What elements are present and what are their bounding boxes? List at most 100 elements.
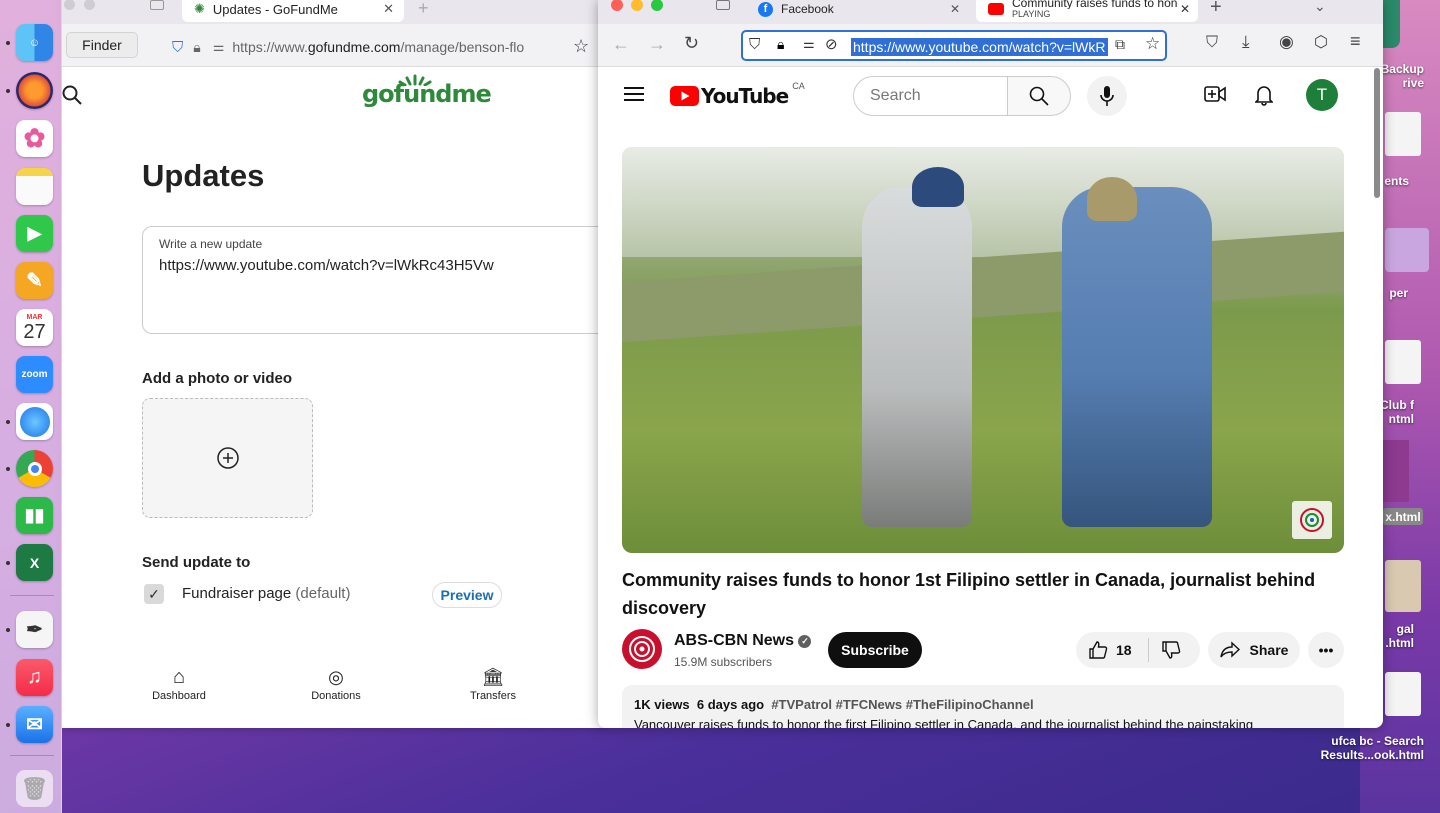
- nav-transfers[interactable]: 🏛︎ Transfers: [443, 664, 543, 702]
- desktop-image-icon[interactable]: [1385, 228, 1429, 272]
- lock-icon[interactable]: 🔒︎: [777, 36, 784, 53]
- finder-icon[interactable]: ☺: [16, 24, 53, 61]
- dislike-button[interactable]: [1161, 640, 1181, 660]
- nav-donations[interactable]: ◎ Donations: [286, 664, 386, 702]
- desktop-file-icon[interactable]: [1385, 112, 1421, 156]
- minimize-window-button[interactable]: [631, 0, 643, 11]
- voice-search-button[interactable]: [1087, 76, 1127, 116]
- update-textarea[interactable]: Write a new update https://www.youtube.c…: [142, 226, 606, 334]
- music-icon[interactable]: ♫: [16, 659, 53, 696]
- running-indicator: [6, 41, 10, 45]
- mail-icon[interactable]: ✉: [16, 706, 53, 743]
- update-field-value[interactable]: https://www.youtube.com/watch?v=lWkRc43H…: [159, 257, 494, 274]
- create-video-icon[interactable]: [1204, 84, 1226, 104]
- close-window-button[interactable]: [64, 0, 75, 10]
- add-photo-dropzone[interactable]: [142, 398, 313, 518]
- reload-icon[interactable]: ↻: [684, 33, 699, 54]
- tab-facebook[interactable]: f Facebook ✕: [746, 0, 968, 22]
- subscribe-button[interactable]: Subscribe: [828, 632, 922, 668]
- sidebar-toggle-icon[interactable]: [150, 0, 164, 10]
- new-tab-button[interactable]: +: [1210, 0, 1222, 19]
- account-icon[interactable]: ◉: [1279, 32, 1294, 52]
- page-title: Updates: [142, 158, 265, 193]
- firefox-icon[interactable]: [16, 72, 53, 109]
- photos-icon[interactable]: ✿: [16, 120, 53, 157]
- facetime-icon[interactable]: ▶: [16, 215, 53, 252]
- numbers-icon[interactable]: ▮▮: [16, 497, 53, 534]
- channel-name[interactable]: ABS-CBN News ✓: [674, 632, 812, 650]
- permissions-icon[interactable]: ⚌: [213, 39, 225, 55]
- pages-icon[interactable]: ✎: [16, 262, 53, 299]
- hashtag-link[interactable]: #TFCNews: [836, 697, 902, 712]
- minimize-window-button[interactable]: [84, 0, 95, 10]
- user-avatar[interactable]: T: [1306, 79, 1338, 111]
- desktop-label-club[interactable]: Club f ntml: [1378, 398, 1414, 426]
- shield-icon[interactable]: ⛉: [172, 39, 183, 56]
- pocket-icon[interactable]: ⛉: [1206, 34, 1218, 52]
- like-button[interactable]: 18: [1088, 640, 1132, 660]
- url-text-selected[interactable]: https://www.youtube.com/watch?v=lWkR: [851, 38, 1108, 56]
- desktop-label-paper[interactable]: per: [1380, 286, 1408, 300]
- tab-gofundme-updates[interactable]: ✺ Updates - GoFundMe ✕: [182, 0, 404, 22]
- nav-label: Dashboard: [152, 690, 206, 702]
- preview-button[interactable]: Preview: [432, 582, 502, 608]
- permissions-icon[interactable]: ⚌: [803, 36, 815, 52]
- desktop-selected-file-icon[interactable]: [1383, 440, 1409, 502]
- video-player[interactable]: [622, 147, 1344, 553]
- script-editor-icon[interactable]: ✒: [16, 611, 53, 648]
- hamburger-menu-icon[interactable]: [624, 86, 644, 102]
- desktop-label-selected-html[interactable]: x.html: [1383, 508, 1423, 525]
- tab-list-chevron-icon[interactable]: ⌄: [1314, 0, 1326, 15]
- sidebar-toggle-icon[interactable]: [716, 0, 730, 10]
- desktop-file-icon[interactable]: [1385, 560, 1421, 612]
- notes-icon[interactable]: [16, 168, 53, 205]
- youtube-logo[interactable]: YouTube CA: [670, 81, 805, 108]
- gofundme-logo[interactable]: gofundme: [362, 74, 492, 108]
- autoplay-blocked-icon[interactable]: ⊘: [825, 35, 838, 53]
- more-actions-button[interactable]: •••: [1308, 632, 1344, 668]
- back-icon[interactable]: ←: [612, 34, 630, 55]
- calendar-icon[interactable]: MAR 27: [16, 309, 53, 346]
- new-tab-button[interactable]: +: [418, 0, 429, 19]
- address-bar[interactable]: ⛉ 🔒︎ ⚌ https://www.gofundme.com/manage/b…: [172, 32, 606, 62]
- trash-icon[interactable]: 🗑︎: [16, 770, 53, 807]
- shield-icon[interactable]: ⛉: [749, 36, 760, 53]
- close-tab-icon[interactable]: ✕: [383, 1, 394, 17]
- page-scrollbar[interactable]: [1374, 68, 1380, 198]
- picture-in-picture-icon[interactable]: ⧉: [1115, 36, 1125, 53]
- extensions-icon[interactable]: ⬡: [1314, 32, 1328, 52]
- close-tab-icon[interactable]: ✕: [1180, 2, 1190, 16]
- like-divider: [1147, 638, 1149, 662]
- nav-dashboard[interactable]: ⌂ Dashboard: [129, 664, 229, 702]
- channel-avatar[interactable]: [622, 629, 662, 669]
- video-description[interactable]: 1K views 6 days ago #TVPatrol #TFCNews #…: [622, 685, 1344, 728]
- search-icon[interactable]: [62, 84, 82, 106]
- zoom-icon[interactable]: zoom: [16, 356, 53, 393]
- bookmark-star-icon[interactable]: ☆: [573, 36, 589, 57]
- tab-youtube-video[interactable]: Community raises funds to honc PLAYING ✕: [976, 0, 1198, 22]
- close-tab-icon[interactable]: ✕: [950, 2, 960, 16]
- fundraiser-page-checkbox[interactable]: ✓: [144, 584, 164, 604]
- thumbs-up-icon: [1089, 641, 1108, 659]
- lock-icon[interactable]: 🔒︎: [193, 39, 200, 56]
- close-window-button[interactable]: [611, 0, 623, 11]
- maximize-window-button[interactable]: [651, 0, 663, 11]
- hashtag-link[interactable]: #TVPatrol: [771, 697, 832, 712]
- safari-icon[interactable]: [16, 403, 53, 440]
- desktop-file-icon[interactable]: [1385, 672, 1421, 716]
- desktop-label-search-results[interactable]: ufca bc - Search Results...ook.html: [1300, 734, 1424, 762]
- downloads-icon[interactable]: ⤓: [1242, 32, 1250, 52]
- menu-icon[interactable]: ≡: [1350, 31, 1361, 52]
- chrome-icon[interactable]: [16, 450, 53, 487]
- bookmark-star-icon[interactable]: ☆: [1145, 34, 1160, 54]
- desktop-label-legal[interactable]: gal .html: [1380, 622, 1414, 650]
- share-button[interactable]: Share: [1208, 632, 1300, 668]
- youtube-search-button[interactable]: [1007, 76, 1071, 116]
- excel-icon[interactable]: X: [16, 544, 53, 581]
- notifications-bell-icon[interactable]: [1255, 84, 1273, 106]
- forward-icon[interactable]: →: [648, 34, 666, 55]
- address-bar[interactable]: ⛉ 🔒︎ ⚌ ⊘ https://www.youtube.com/watch?v…: [741, 30, 1167, 61]
- hashtag-link[interactable]: #TheFilipinoChannel: [906, 697, 1034, 712]
- desktop-file-icon[interactable]: [1385, 340, 1421, 384]
- youtube-search-input[interactable]: Search: [853, 76, 1008, 116]
